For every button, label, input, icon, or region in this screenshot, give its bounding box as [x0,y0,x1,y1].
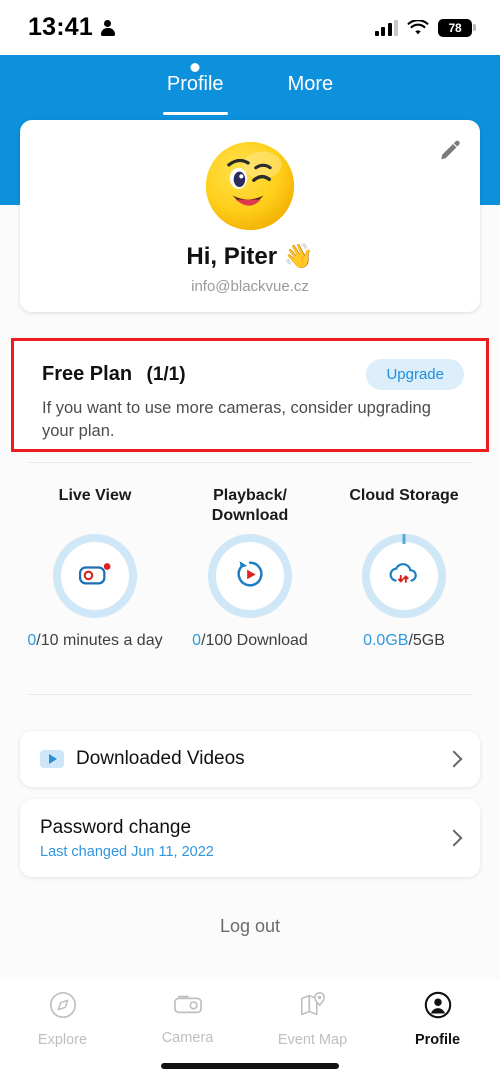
signal-bars-icon [374,19,398,36]
plan-title: Free Plan [42,363,133,385]
rewind-play-icon [233,557,267,596]
logout-button[interactable]: Log out [0,916,500,937]
nav-event-map-label: Event Map [277,1032,348,1048]
nav-item-explore[interactable]: Explore [0,990,125,1048]
downloaded-videos-label: Downloaded Videos [76,748,245,769]
upgrade-button[interactable]: Upgrade [366,359,464,390]
stat-playback-total: /100 Download [201,632,308,649]
home-indicator [161,1063,339,1069]
stat-cloud-used: 0.0GB [363,632,409,649]
tab-profile[interactable]: Profile [162,55,228,115]
stat-playback-label: Playback/Download [211,487,289,524]
plan-title-group: Free Plan (1/1) [42,363,186,386]
nav-item-profile[interactable]: Profile [375,990,500,1048]
greeting-text: Hi, Piter 👋 [186,243,314,270]
email-text: info@blackvue.cz [191,278,309,295]
password-change-label: Password change [40,816,192,838]
tab-profile-label: Profile [166,73,224,95]
free-plan-section: Free Plan (1/1) Upgrade If you want to u… [11,338,489,452]
ring-progress-tick [402,534,406,544]
winking-face-emoji-avatar [202,138,298,234]
stat-live-view-total: /10 minutes a day [36,632,163,649]
stat-cloud-storage[interactable]: Cloud Storage 0.0GB/5GB [321,486,487,650]
nav-explore-label: Explore [37,1032,88,1048]
stat-live-view-used: 0 [27,632,37,649]
battery-icon: 78 [438,18,476,37]
tab-notification-dot [190,63,200,72]
dashcam-record-icon [76,560,114,593]
battery-level: 78 [448,20,462,35]
password-change-row[interactable]: Password change Last changed Jun 11, 202… [20,799,480,877]
downloaded-videos-row[interactable]: Downloaded Videos [20,731,480,787]
plan-description: If you want to use more cameras, conside… [42,399,431,440]
pencil-edit-icon[interactable] [436,138,462,164]
password-last-changed: Last changed Jun 11, 2022 [40,843,214,860]
dashcam-icon [171,990,205,1023]
password-change-text-group: Password change Last changed Jun 11, 202… [40,817,214,860]
stat-cloud-label: Cloud Storage [349,487,459,504]
status-bar-left: 13:41 [28,13,115,42]
stat-playback-used: 0 [192,632,202,649]
divider-bottom [28,694,472,695]
plan-title-row: Free Plan (1/1) Upgrade [42,359,464,390]
stat-cloud-value: 0.0GB/5GB [321,632,487,650]
stat-cloud-total: /5GB [408,632,445,649]
nav-camera-label: Camera [161,1030,214,1046]
profile-card: Hi, Piter 👋 info@blackvue.cz [20,120,480,312]
nav-item-event-map[interactable]: Event Map [250,990,375,1048]
stat-live-view-value: 0/10 minutes a day [12,632,178,650]
usage-stats: Live View 0/10 minutes a day Playback/Do… [0,486,500,676]
app-screen: 13:41 78 Profile More Hi, Piter 👋 info@b… [0,0,500,1082]
stat-live-view[interactable]: Live View 0/10 minutes a day [12,486,178,650]
status-bar-right: 78 [374,18,476,37]
cloud-sync-icon [386,560,422,593]
chevron-right-icon [445,829,463,847]
status-bar: 13:41 78 [0,0,500,55]
nav-profile-label: Profile [414,1032,461,1048]
person-circle-icon [423,990,453,1025]
chevron-right-icon [445,750,463,768]
plan-count: (1/1) [146,364,186,385]
tab-more-label: More [287,73,334,95]
person-icon [100,19,115,36]
status-time: 13:41 [28,13,93,41]
stat-playback-value: 0/100 Download [167,632,333,650]
live-view-ring [53,534,137,618]
compass-icon [48,990,78,1025]
play-video-icon [40,750,64,768]
stat-playback-download[interactable]: Playback/Download 0/100 Download [167,486,333,650]
map-pin-icon [298,990,328,1025]
divider-top [28,462,472,463]
tab-more[interactable]: More [284,55,338,115]
nav-item-camera[interactable]: Camera [125,990,250,1046]
stat-live-view-label: Live View [58,487,132,504]
tab-bar: Profile More [0,55,500,115]
cloud-storage-ring [362,534,446,618]
wifi-icon [407,18,429,36]
playback-ring [208,534,292,618]
